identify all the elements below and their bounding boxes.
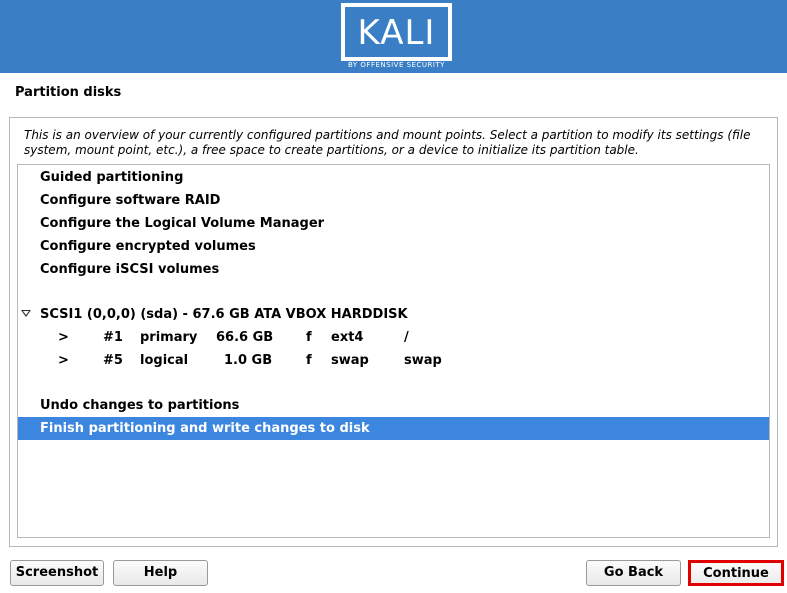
partition-list[interactable]: Guided partitioning Configure software R… [17, 164, 770, 538]
partition-row-5[interactable]: > #5 logical 1.0 GB f swap swap [18, 349, 769, 372]
list-item-disk-sda[interactable]: SCSI1 (0,0,0) (sda) - 67.6 GB ATA VBOX H… [18, 303, 769, 326]
list-item-finish-partitioning[interactable]: Finish partitioning and write changes to… [18, 417, 769, 440]
list-item-label: Configure the Logical Volume Manager [40, 216, 325, 231]
list-item-label: Configure encrypted volumes [40, 239, 256, 254]
help-button[interactable]: Help [113, 560, 208, 586]
logo-text: KALI [357, 13, 436, 53]
kali-banner: KALI BY OFFENSIVE SECURITY [0, 0, 787, 73]
triangle-down-icon[interactable] [21, 310, 31, 317]
partition-size: 66.6 GB [216, 330, 274, 345]
partition-flag: f [306, 353, 312, 368]
partition-mount: / [404, 330, 409, 345]
list-item-undo-changes[interactable]: Undo changes to partitions [18, 394, 769, 417]
go-back-button[interactable]: Go Back [586, 560, 681, 586]
list-item-lvm[interactable]: Configure the Logical Volume Manager [18, 212, 769, 235]
list-item-label: Finish partitioning and write changes to… [40, 421, 370, 436]
continue-button[interactable]: Continue [688, 560, 784, 586]
partition-type: primary [140, 330, 198, 345]
kali-logo: KALI [341, 3, 452, 61]
partition-flag: f [306, 330, 312, 345]
partition-filesystem: swap [331, 353, 369, 368]
partition-number: #1 [103, 330, 123, 345]
partition-number: #5 [103, 353, 123, 368]
logo-subtitle: BY OFFENSIVE SECURITY [348, 61, 445, 69]
list-item-label: Configure software RAID [40, 193, 221, 208]
description-text: This is an overview of your currently co… [24, 128, 751, 157]
screenshot-button[interactable]: Screenshot [10, 560, 104, 586]
list-item-encrypted-volumes[interactable]: Configure encrypted volumes [18, 235, 769, 258]
partition-row-1[interactable]: > #1 primary 66.6 GB f ext4 / [18, 326, 769, 349]
partition-size: 1.0 GB [224, 353, 273, 368]
list-item-iscsi-volumes[interactable]: Configure iSCSI volumes [18, 258, 769, 281]
partition-mount: swap [404, 353, 442, 368]
partition-arrow: > [58, 353, 69, 368]
list-item-label: Undo changes to partitions [40, 398, 240, 413]
list-item-label: Configure iSCSI volumes [40, 262, 220, 277]
partition-filesystem: ext4 [331, 330, 364, 345]
content-frame: This is an overview of your currently co… [9, 117, 778, 547]
disk-label: SCSI1 (0,0,0) (sda) - 67.6 GB ATA VBOX H… [40, 307, 408, 322]
partition-type: logical [140, 353, 189, 368]
list-item-software-raid[interactable]: Configure software RAID [18, 189, 769, 212]
list-item-guided-partitioning[interactable]: Guided partitioning [18, 166, 769, 189]
list-item-label: Guided partitioning [40, 170, 184, 185]
page-title: Partition disks [15, 85, 122, 100]
partition-arrow: > [58, 330, 69, 345]
